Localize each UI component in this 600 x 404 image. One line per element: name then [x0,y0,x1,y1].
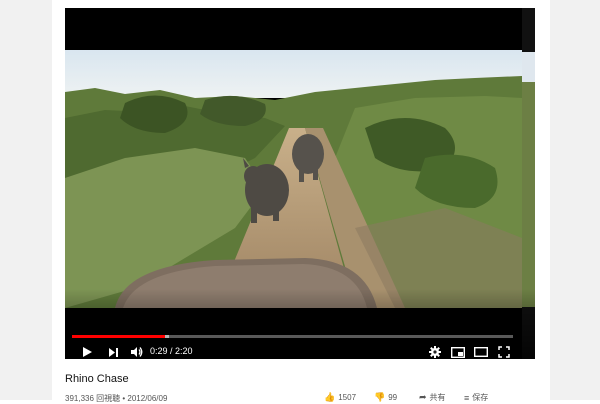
view-count: 391,336 回視聴 [65,394,121,403]
time-separator: / [167,346,176,356]
like-count: 1507 [338,393,357,402]
save-icon: ≡ [464,392,470,403]
current-time: 0:29 [150,346,168,356]
play-icon [83,347,92,357]
like-icon: 👍 [324,392,336,402]
video-player[interactable]: 0:29 / 2:20 [65,8,535,359]
left-margin [0,0,52,400]
progress-bar[interactable] [72,335,513,338]
like-button[interactable]: 👍 1507 [324,392,356,403]
volume-button[interactable] [127,343,145,359]
time-display: 0:29 / 2:20 [150,342,193,359]
right-margin [550,0,600,400]
theater-icon [474,347,488,357]
duration: 2:20 [175,346,193,356]
play-button[interactable] [79,343,95,359]
watch-page: 0:29 / 2:20 Rhino Chase 391,336 回視聴 • 20… [52,0,550,403]
dislike-button[interactable]: 👎 99 [374,392,397,403]
next-button[interactable] [105,343,121,359]
dislike-icon: 👎 [374,392,386,402]
save-label: 保存 [472,393,489,402]
dislike-count: 99 [388,393,398,402]
fullscreen-icon [498,346,510,358]
fullscreen-button[interactable] [495,343,513,359]
volume-icon [130,347,142,357]
video-title: Rhino Chase [65,373,129,385]
next-icon [108,347,118,357]
share-button[interactable]: ➦ 共有 [419,392,446,403]
upload-date: 2012/06/09 [127,394,168,403]
share-icon: ➦ [419,392,427,402]
miniplayer-icon [451,346,465,358]
theater-button[interactable] [472,343,490,359]
settings-button[interactable] [427,343,443,359]
settings-icon [429,346,441,358]
miniplayer-button[interactable] [449,343,467,359]
save-button[interactable]: ≡ 保存 [464,392,488,403]
progress-played [72,335,165,338]
video-meta: 391,336 回視聴 • 2012/06/09 [65,393,167,404]
share-label: 共有 [429,393,446,402]
